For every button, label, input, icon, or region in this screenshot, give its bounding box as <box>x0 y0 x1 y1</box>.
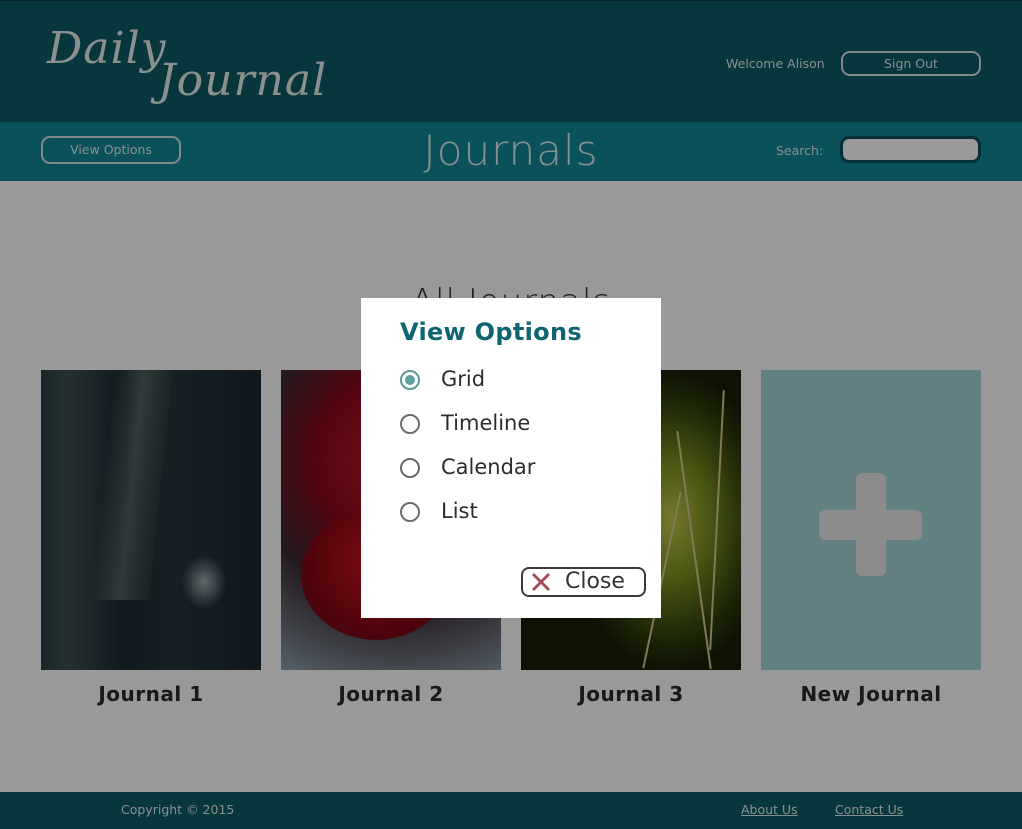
option-label[interactable]: List <box>441 499 478 523</box>
option-label[interactable]: Calendar <box>441 455 535 479</box>
radio-button[interactable] <box>400 458 420 478</box>
close-button[interactable]: Close <box>521 567 646 597</box>
radio-button[interactable] <box>400 370 420 390</box>
option-label[interactable]: Grid <box>441 367 485 391</box>
option-list[interactable]: List <box>400 499 620 524</box>
radio-button[interactable] <box>400 414 420 434</box>
dialog-title: View Options <box>400 318 582 346</box>
option-label[interactable]: Timeline <box>441 411 530 435</box>
option-timeline[interactable]: Timeline <box>400 411 620 436</box>
view-options-dialog: View Options Grid Timeline Calendar List… <box>361 298 661 618</box>
option-grid[interactable]: Grid <box>400 367 620 392</box>
option-calendar[interactable]: Calendar <box>400 455 620 480</box>
close-icon <box>532 573 550 591</box>
close-label[interactable]: Close <box>565 569 625 594</box>
radio-button[interactable] <box>400 502 420 522</box>
